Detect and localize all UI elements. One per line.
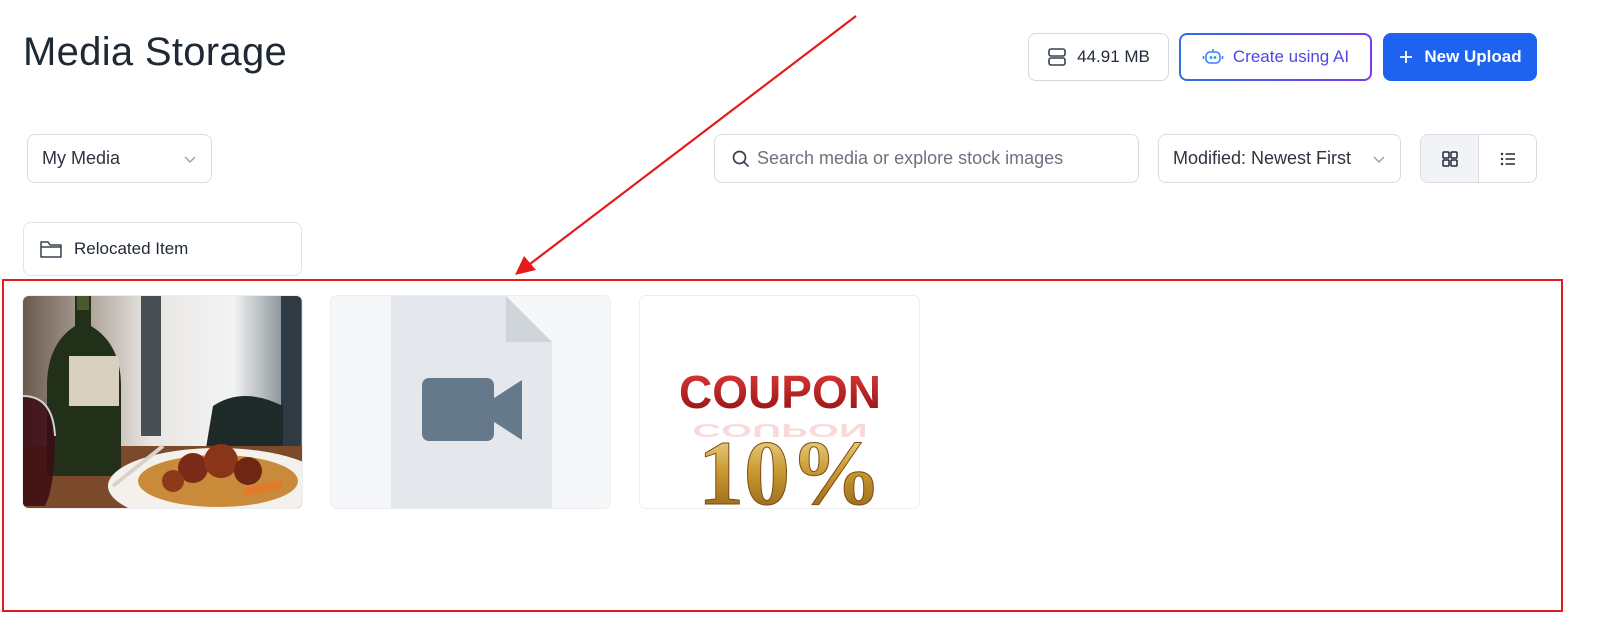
search-input[interactable] (757, 148, 1122, 169)
storage-icon (1047, 47, 1067, 67)
upload-button-label: New Upload (1424, 47, 1522, 66)
grid-view-button[interactable] (1421, 135, 1479, 182)
media-source-value: My Media (42, 148, 121, 168)
sort-dropdown[interactable]: Modified: Newest First (1158, 134, 1401, 183)
new-upload-button[interactable]: New Upload (1383, 33, 1537, 81)
folder-card[interactable]: Relocated Item (23, 222, 302, 276)
plus-icon (1398, 49, 1414, 65)
sort-value: Modified: Newest First (1173, 148, 1352, 168)
folder-icon (39, 238, 63, 260)
create-using-ai-button[interactable]: Create using AI (1179, 33, 1372, 81)
view-mode-toggle (1420, 134, 1537, 183)
chevron-down-icon (1372, 152, 1386, 166)
storage-usage-value: 44.91 MB (1077, 47, 1150, 66)
media-source-dropdown[interactable]: My Media (27, 134, 212, 183)
page-title: Media Storage (23, 30, 288, 74)
folder-name: Relocated Item (74, 239, 189, 258)
media-storage-page: Media Storage 44.91 MB Create using AI N… (0, 0, 1600, 631)
ai-button-label: Create using AI (1232, 47, 1350, 66)
annotation-highlight-box (2, 279, 1563, 612)
storage-usage-badge[interactable]: 44.91 MB (1028, 33, 1169, 81)
ai-robot-icon (1202, 47, 1224, 67)
chevron-down-icon (183, 152, 197, 166)
grid-icon (1441, 150, 1459, 168)
search-icon (731, 149, 751, 169)
list-view-button[interactable] (1479, 135, 1536, 182)
list-icon (1499, 150, 1517, 168)
search-bar[interactable] (714, 134, 1139, 183)
